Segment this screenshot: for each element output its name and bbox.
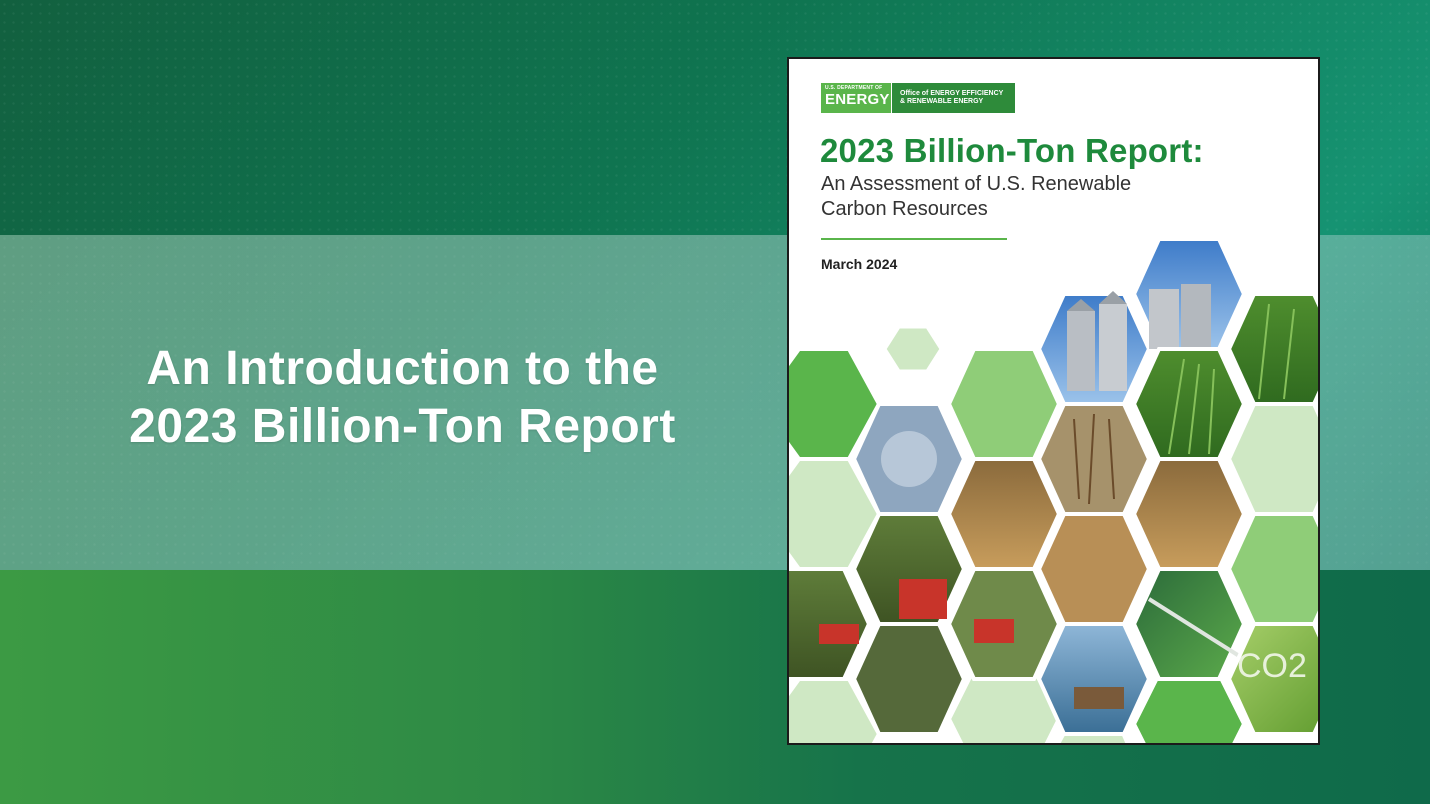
report-cover: U.S. DEPARTMENT OF ENERGY Office of ENER… xyxy=(787,57,1320,745)
headline-line-1: An Introduction to the xyxy=(146,342,659,395)
co2-text: CO2 xyxy=(1237,647,1307,685)
algae-photo xyxy=(1131,567,1247,681)
grain-silos-photo xyxy=(1036,291,1152,406)
headline-line-2: 2023 Billion-Ton Report xyxy=(129,400,676,453)
hexagon-photo-collage: CO2 xyxy=(789,237,1318,743)
hex-tile xyxy=(946,347,1062,461)
hex-tile xyxy=(1226,512,1318,626)
page-title: An Introduction to the 2023 Billion-Ton … xyxy=(70,340,735,456)
hex-tile xyxy=(883,325,943,373)
hex-tile xyxy=(1226,402,1318,516)
hex-tile xyxy=(1131,672,1247,743)
lake-photo xyxy=(1036,622,1152,736)
grain-silos-photo-2 xyxy=(1131,237,1247,351)
frost-plant-photo xyxy=(851,402,967,516)
